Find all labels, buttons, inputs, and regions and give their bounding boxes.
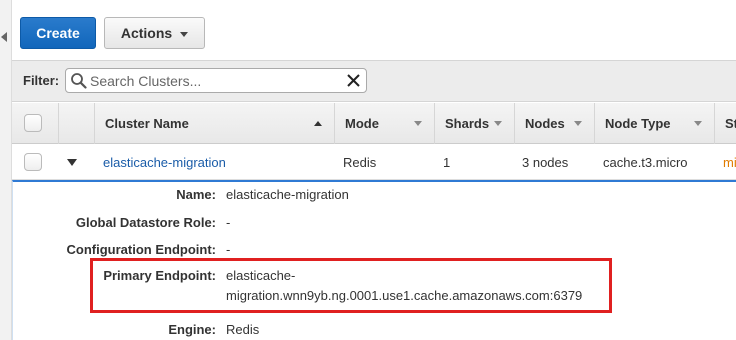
table-header: Cluster Name Mode Shards Nodes Node Type…	[12, 103, 736, 144]
actions-dropdown-button[interactable]: Actions	[104, 17, 205, 49]
column-header-cluster-name[interactable]: Cluster Name	[94, 103, 334, 144]
column-label: St	[725, 116, 736, 131]
column-header-node-type[interactable]: Node Type	[594, 103, 714, 144]
column-header-status[interactable]: St	[714, 103, 736, 144]
filter-bar: Filter:	[12, 60, 736, 102]
select-all-checkbox[interactable]	[24, 114, 42, 132]
toolbar: Create Actions	[20, 17, 205, 49]
sort-ascending-icon	[314, 121, 322, 126]
sort-arrow-icon	[694, 121, 702, 126]
detail-label-configuration-endpoint: Configuration Endpoint:	[66, 242, 216, 257]
cell-mode: Redis	[343, 155, 377, 170]
actions-button-label: Actions	[120, 25, 173, 41]
close-icon[interactable]	[346, 73, 361, 88]
collapse-arrow-icon[interactable]	[1, 32, 7, 42]
create-button[interactable]: Create	[20, 17, 96, 49]
caret-down-icon[interactable]	[67, 159, 77, 166]
cell-status: mi	[723, 155, 736, 170]
column-label: Nodes	[525, 116, 565, 131]
search-input[interactable]	[90, 70, 340, 91]
column-label: Cluster Name	[105, 116, 189, 131]
create-button-label: Create	[36, 25, 80, 41]
highlight-annotation-box	[90, 258, 612, 313]
row-checkbox[interactable]	[24, 153, 42, 171]
column-header-shards[interactable]: Shards	[434, 103, 514, 144]
search-icon	[71, 73, 87, 89]
search-box[interactable]	[65, 68, 367, 93]
detail-label-name: Name:	[176, 187, 216, 202]
table-row[interactable]: elasticache-migration Redis 1 3 nodes ca…	[12, 145, 736, 180]
column-label: Node Type	[605, 116, 671, 131]
cluster-name-link[interactable]: elasticache-migration	[103, 145, 226, 180]
filter-label: Filter:	[23, 73, 60, 88]
column-header-mode[interactable]: Mode	[334, 103, 434, 144]
detail-label-engine: Engine:	[168, 322, 216, 337]
sort-arrow-icon	[414, 121, 422, 126]
detail-value-configuration-endpoint: -	[226, 242, 231, 257]
cell-shards: 1	[443, 155, 451, 170]
column-label: Shards	[445, 116, 490, 131]
chevron-down-icon	[180, 31, 189, 37]
cell-node-type: cache.t3.micro	[603, 155, 688, 170]
sort-arrow-icon	[494, 121, 502, 126]
sort-arrow-icon	[574, 121, 582, 126]
detail-value-name: elasticache-migration	[226, 187, 349, 202]
column-label: Mode	[345, 116, 379, 131]
detail-value-global-datastore-role: -	[226, 215, 231, 230]
left-panel-edge[interactable]	[0, 0, 12, 340]
cell-nodes: 3 nodes	[522, 155, 569, 170]
detail-value-engine: Redis	[226, 322, 260, 337]
detail-label-global-datastore-role: Global Datastore Role:	[75, 215, 216, 230]
column-header-nodes[interactable]: Nodes	[514, 103, 594, 144]
